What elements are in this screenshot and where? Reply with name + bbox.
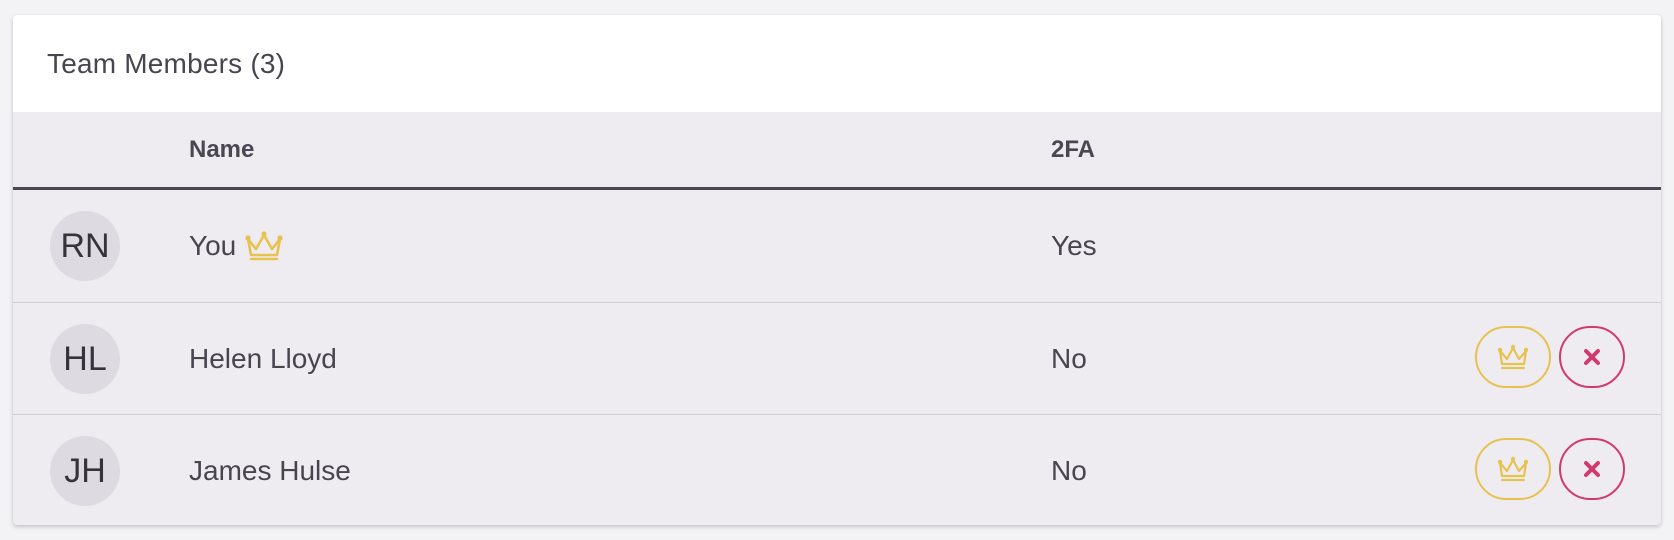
row-actions	[1475, 326, 1625, 388]
column-header-2fa: 2FA	[1051, 135, 1096, 163]
member-name-cell: You	[189, 190, 284, 302]
member-2fa-status: No	[1051, 455, 1087, 486]
member-name-cell: James Hulse	[189, 415, 351, 525]
card-title: Team Members (3)	[47, 47, 286, 79]
member-2fa-status: Yes	[1051, 230, 1097, 261]
member-name: You	[189, 230, 237, 261]
column-header-name: Name	[189, 135, 255, 163]
member-name-cell: Helen Lloyd	[189, 303, 337, 415]
avatar: HL	[50, 324, 120, 394]
member-2fa-status: No	[1051, 343, 1087, 374]
table-row: RN You Yes	[13, 190, 1661, 302]
row-actions	[1475, 438, 1625, 500]
member-name: James Hulse	[189, 455, 351, 486]
table-row: HL Helen Lloyd No	[13, 302, 1661, 414]
avatar: RN	[50, 211, 120, 281]
close-icon	[1584, 349, 1600, 365]
make-owner-button[interactable]	[1475, 438, 1551, 500]
close-icon	[1584, 461, 1600, 477]
make-owner-button[interactable]	[1475, 326, 1551, 388]
crown-icon	[244, 229, 284, 263]
member-name: Helen Lloyd	[189, 343, 337, 374]
card-header: Team Members (3)	[13, 15, 1661, 112]
avatar: JH	[50, 436, 120, 506]
crown-icon	[1497, 344, 1529, 370]
team-members-card: Team Members (3) Name 2FA RN You Yes HL …	[13, 15, 1661, 525]
remove-member-button[interactable]	[1559, 438, 1625, 500]
crown-icon	[1497, 456, 1529, 482]
team-members-table: Name 2FA RN You Yes HL Helen Lloyd No JH…	[13, 112, 1661, 525]
table-row: JH James Hulse No	[13, 414, 1661, 525]
remove-member-button[interactable]	[1559, 326, 1625, 388]
table-header: Name 2FA	[13, 112, 1661, 190]
